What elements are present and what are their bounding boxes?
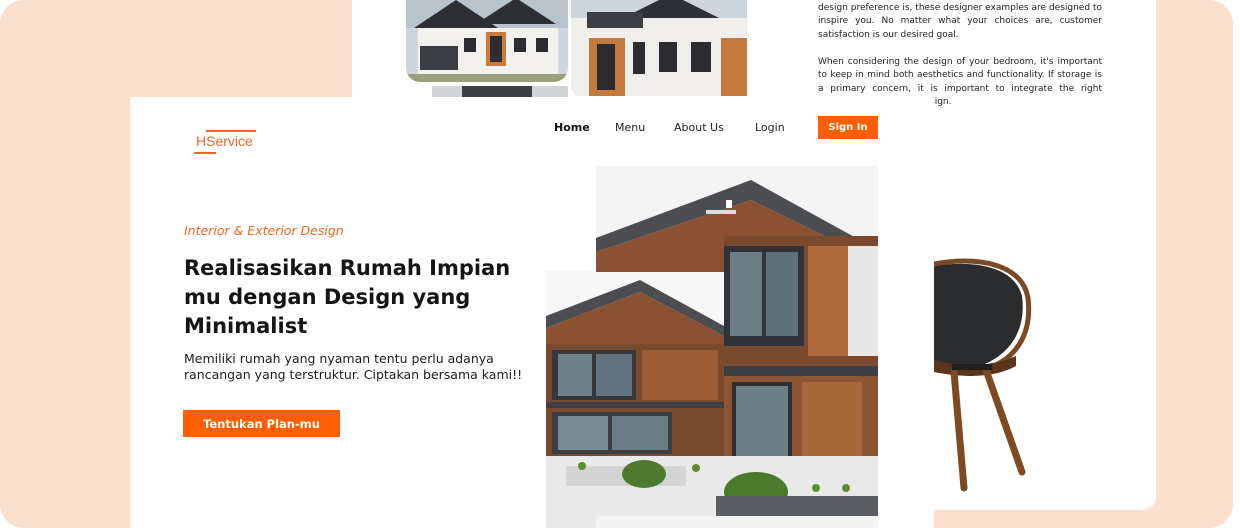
hero-headline: Realisasikan Rumah Impian mu dengan Desi… (184, 256, 511, 338)
landing-page-card: HService Home Menu About Us Login Sign I… (130, 97, 934, 528)
logo[interactable]: HService (194, 130, 258, 154)
back-paragraph-1: design preference is, these designer exa… (818, 3, 1102, 40)
hero-eyebrow: Interior & Exterior Design (184, 223, 344, 238)
logo-text: HService (196, 133, 253, 149)
nav-item-about-us[interactable]: About Us (674, 121, 724, 134)
nav-item-home[interactable]: Home (554, 121, 590, 134)
logo-bottom-line (194, 152, 216, 154)
hero-house-image (546, 166, 878, 528)
showcase-background: design preference is, these designer exa… (0, 0, 1233, 528)
chair-image (933, 256, 1064, 496)
sign-in-button[interactable]: Sign In (818, 116, 878, 139)
plan-cta-button[interactable]: Tentukan Plan-mu (183, 410, 340, 437)
back-paragraph-2-tail: sign. (930, 97, 952, 107)
logo-top-line (206, 130, 256, 132)
back-house-image-strip (432, 84, 568, 97)
nav-item-menu[interactable]: Menu (615, 121, 645, 134)
back-house-image-right (571, 0, 747, 96)
nav-item-login[interactable]: Login (755, 121, 785, 134)
hero-subtext: Memiliki rumah yang nyaman tentu perlu a… (184, 351, 523, 382)
back-house-image-left (406, 0, 568, 82)
